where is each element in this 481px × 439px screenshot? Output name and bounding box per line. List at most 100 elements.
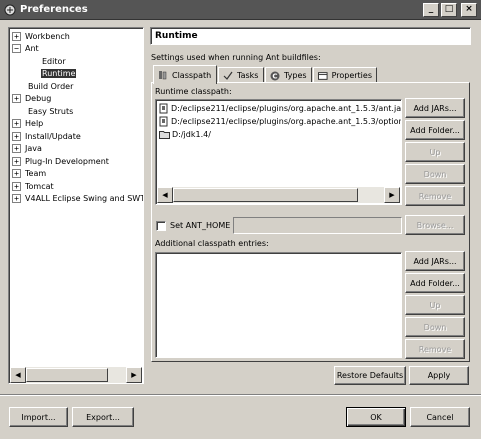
- expand-icon[interactable]: +: [12, 156, 21, 166]
- collapse-icon[interactable]: −: [12, 44, 21, 53]
- tree-item-java[interactable]: + Java: [12, 143, 42, 155]
- down-button[interactable]: Down: [405, 164, 465, 184]
- up-button[interactable]: Up: [405, 142, 465, 162]
- tree-item-label: Plug-In Development: [25, 156, 109, 166]
- tab-classpath[interactable]: Classpath: [153, 65, 217, 84]
- scroll-thumb[interactable]: [173, 188, 358, 202]
- cancel-button[interactable]: Cancel: [410, 407, 470, 427]
- additional-classpath-list[interactable]: [155, 252, 402, 358]
- tree-item-install-update[interactable]: + Install/Update: [12, 130, 81, 142]
- list-item-text: D:/jdk1.4/: [172, 129, 211, 139]
- close-button[interactable]: ×: [461, 2, 477, 17]
- scroll-right-icon[interactable]: ▶: [384, 187, 400, 203]
- tab-label: Classpath: [172, 70, 212, 80]
- tree-items: + Workbench − Ant Editor Runtime Build Ord…: [8, 28, 143, 384]
- ant-home-checkbox[interactable]: [156, 221, 166, 231]
- expand-icon[interactable]: +: [12, 194, 21, 203]
- tasks-icon: [223, 71, 233, 80]
- remove-button[interactable]: Remove: [405, 186, 465, 206]
- tree-item-easy-struts[interactable]: Easy Struts: [28, 105, 73, 117]
- browse-button[interactable]: Browse...: [405, 215, 465, 235]
- expand-icon[interactable]: +: [12, 31, 21, 41]
- types-icon: C: [270, 71, 280, 80]
- tree-item-label: Build Order: [28, 81, 74, 91]
- scroll-right-icon[interactable]: ▶: [126, 367, 142, 383]
- tree-item-label: Debug: [25, 94, 52, 103]
- tab-label: Properties: [331, 71, 372, 80]
- add-folder-button[interactable]: Add Folder...: [405, 120, 465, 140]
- additional-down-button[interactable]: Down: [405, 317, 465, 337]
- tab-label: Types: [284, 71, 307, 80]
- page-description: Settings used when running Ant buildfile…: [151, 53, 321, 62]
- tree-item-debug[interactable]: + Debug: [12, 93, 51, 105]
- restore-defaults-button[interactable]: Restore Defaults: [334, 366, 406, 385]
- tree-item-runtime[interactable]: Runtime: [41, 68, 77, 80]
- additional-up-button[interactable]: Up: [405, 295, 465, 315]
- add-jars-button[interactable]: Add JARs...: [405, 98, 465, 118]
- additional-add-folder-button[interactable]: Add Folder...: [405, 273, 465, 293]
- page-title: Runtime: [155, 31, 198, 41]
- list-item[interactable]: D:/eclipse211/eclipse/plugins/org.apache…: [159, 115, 402, 127]
- expand-icon[interactable]: +: [12, 119, 21, 128]
- footer-separator: [0, 394, 481, 396]
- svg-text:C: C: [272, 72, 277, 80]
- ok-button[interactable]: OK: [346, 407, 406, 427]
- tree-item-ant[interactable]: − Ant: [12, 43, 39, 55]
- folder-icon: [159, 131, 170, 139]
- tree-item-label: Ant: [25, 44, 39, 53]
- expand-icon[interactable]: +: [12, 94, 21, 103]
- jar-icon: [159, 116, 168, 126]
- tree-item-v4all[interactable]: + V4ALL Eclipse Swing and SWT G: [12, 193, 143, 205]
- ant-home-field[interactable]: [233, 217, 402, 234]
- tree-item-label: Team: [25, 169, 47, 178]
- window-titlebar: Preferences _ □ ×: [0, 0, 481, 20]
- expand-icon[interactable]: +: [12, 181, 21, 191]
- apply-button[interactable]: Apply: [409, 366, 469, 385]
- window-title: Preferences: [20, 4, 88, 15]
- tree-item-label: Workbench: [25, 31, 70, 41]
- additional-remove-button[interactable]: Remove: [405, 339, 465, 359]
- tree-item-label: V4ALL Eclipse Swing and SWT G: [25, 194, 143, 203]
- tree-item-label: Editor: [42, 56, 66, 66]
- scroll-left-icon[interactable]: ◀: [10, 367, 26, 383]
- tree-item-help[interactable]: + Help: [12, 118, 43, 130]
- properties-icon: [318, 71, 328, 80]
- list-item-text: D:/eclipse211/eclipse/plugins/org.apache…: [171, 116, 402, 126]
- tree-item-build-order[interactable]: Build Order: [28, 80, 73, 92]
- classpath-icon: [159, 71, 167, 80]
- scroll-left-icon[interactable]: ◀: [157, 187, 173, 203]
- import-button[interactable]: Import...: [9, 407, 68, 427]
- tree-item-label: Runtime: [41, 69, 77, 78]
- tab-label: Tasks: [237, 71, 259, 80]
- runtime-classpath-label: Runtime classpath:: [155, 87, 232, 96]
- tree-item-plugin-development[interactable]: + Plug-In Development: [12, 155, 109, 167]
- list-item[interactable]: D:/eclipse211/eclipse/plugins/org.apache…: [159, 102, 402, 114]
- tree-item-label: Java: [25, 144, 42, 153]
- maximize-button[interactable]: □: [441, 2, 457, 17]
- list-item[interactable]: D:/jdk1.4/: [159, 128, 211, 140]
- page-title-box: Runtime: [150, 27, 471, 45]
- expand-icon[interactable]: +: [12, 144, 21, 153]
- tree-item-label: Install/Update: [25, 131, 81, 141]
- tree-item-label: Help: [25, 119, 44, 128]
- export-button[interactable]: Export...: [72, 407, 134, 427]
- tree-item-team[interactable]: + Team: [12, 168, 46, 180]
- runtime-classpath-list[interactable]: D:/eclipse211/eclipse/plugins/org.apache…: [155, 99, 402, 205]
- additional-classpath-label: Additional classpath entries:: [155, 239, 269, 248]
- tree-item-editor[interactable]: Editor: [42, 55, 66, 67]
- jar-icon: [159, 103, 168, 113]
- preferences-icon: [4, 4, 16, 15]
- ant-home-label: Set ANT_HOME: [170, 221, 231, 230]
- list-item-text: D:/eclipse211/eclipse/plugins/org.apache…: [171, 103, 402, 113]
- scroll-thumb[interactable]: [26, 368, 108, 382]
- tree-item-label: Easy Struts: [28, 106, 74, 116]
- expand-icon[interactable]: +: [12, 131, 21, 141]
- tree-item-workbench[interactable]: + Workbench: [12, 30, 70, 42]
- expand-icon[interactable]: +: [12, 169, 21, 178]
- tree-item-label: Tomcat: [25, 181, 54, 191]
- tree-item-tomcat[interactable]: + Tomcat: [12, 180, 54, 192]
- tree-horizontal-scrollbar[interactable]: ◀ ▶: [10, 367, 142, 383]
- minimize-button[interactable]: _: [423, 2, 439, 17]
- classpath-horizontal-scrollbar[interactable]: ◀ ▶: [157, 187, 400, 203]
- additional-add-jars-button[interactable]: Add JARs...: [405, 251, 465, 271]
